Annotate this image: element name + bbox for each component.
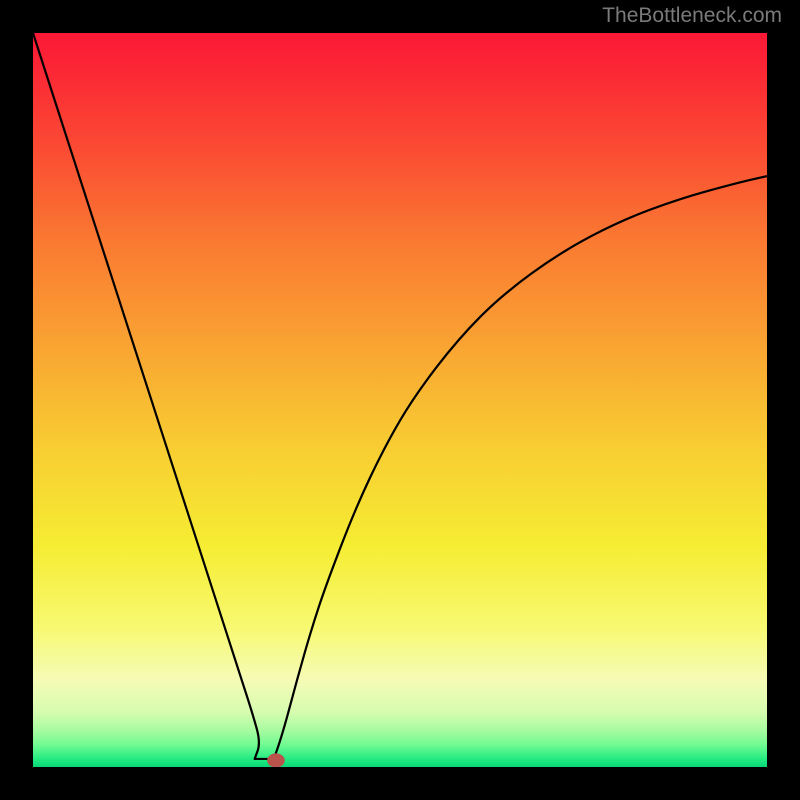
plot-area: [33, 33, 767, 767]
watermark-text: TheBottleneck.com: [602, 4, 782, 28]
chart-stage: TheBottleneck.com: [0, 0, 800, 800]
minimum-marker: [267, 753, 285, 767]
bottleneck-curve: [33, 33, 767, 761]
curve-layer: [33, 33, 767, 767]
